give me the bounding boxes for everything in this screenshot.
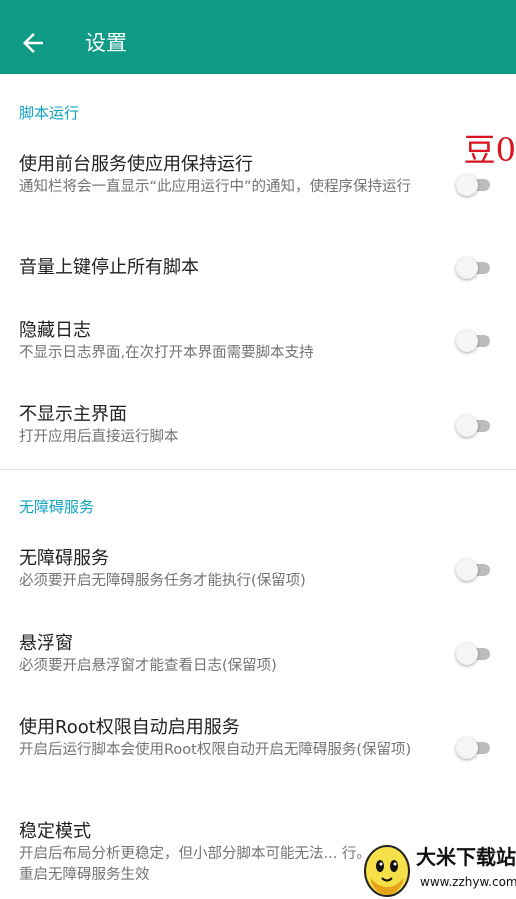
volume-stop-switch[interactable]	[456, 256, 492, 280]
watermark-brand: 大米下载站	[416, 845, 516, 869]
pref-label: 隐藏日志	[19, 320, 91, 341]
root-auto-enable-switch[interactable]	[456, 736, 492, 760]
pref-label: 稳定模式	[19, 821, 91, 842]
pref-summary: 开启后布局分析更稳定，但小部分脚本可能无法... 行。 重启无障碍服务生效	[19, 846, 371, 883]
pref-floating-window[interactable]: 悬浮窗 必须要开启悬浮窗才能查看日志(保留项)	[0, 632, 516, 680]
pref-summary: 必须要开启无障碍服务任务才能执行(保留项)	[19, 573, 306, 589]
accessibility-service-switch[interactable]	[456, 558, 492, 582]
pref-summary: 开启后运行脚本会使用Root权限自动开启无障碍服务(保留项)	[19, 742, 412, 758]
pref-hide-log[interactable]: 隐藏日志 不显示日志界面,在次打开本界面需要脚本支持	[0, 319, 516, 367]
pref-summary: 打开应用后直接运行脚本	[19, 429, 179, 445]
pref-label: 悬浮窗	[19, 633, 73, 654]
floating-window-switch[interactable]	[456, 642, 492, 666]
section-header-script-run: 脚本运行	[19, 104, 80, 122]
section-header-accessibility: 无障碍服务	[19, 498, 95, 516]
hide-main-switch[interactable]	[456, 414, 492, 438]
hide-log-switch[interactable]	[456, 329, 492, 353]
pref-label: 使用前台服务使应用保持运行	[19, 154, 253, 175]
watermark-top: 豆0	[463, 131, 516, 169]
foreground-service-switch[interactable]	[456, 173, 492, 197]
pref-summary: 不显示日志界面,在次打开本界面需要脚本支持	[19, 345, 314, 361]
pref-root-auto-enable[interactable]: 使用Root权限自动启用服务 开启后运行脚本会使用Root权限自动开启无障碍服务…	[0, 716, 516, 782]
pref-volume-stop[interactable]: 音量上键停止所有脚本	[0, 256, 516, 284]
arrow-back-icon[interactable]	[18, 28, 48, 58]
egg-mascot-icon	[364, 845, 410, 897]
watermark-url: www.zzhyw.com	[420, 875, 516, 889]
pref-accessibility-service[interactable]: 无障碍服务 必须要开启无障碍服务任务才能执行(保留项)	[0, 547, 516, 595]
pref-label: 无障碍服务	[19, 548, 109, 569]
pref-summary: 必须要开启悬浮窗才能查看日志(保留项)	[19, 658, 277, 674]
pref-foreground-service[interactable]: 使用前台服务使应用保持运行 通知栏将会一直显示“此应用运行中”的通知，使程序保持…	[0, 153, 516, 219]
pref-label: 音量上键停止所有脚本	[19, 257, 199, 278]
app-toolbar: 设置	[0, 12, 516, 74]
page-title: 设置	[85, 31, 127, 55]
pref-hide-main[interactable]: 不显示主界面 打开应用后直接运行脚本	[0, 403, 516, 451]
status-bar	[0, 0, 516, 12]
pref-label: 使用Root权限自动启用服务	[19, 717, 240, 738]
section-divider	[0, 469, 516, 470]
pref-label: 不显示主界面	[19, 404, 127, 425]
pref-summary: 通知栏将会一直显示“此应用运行中”的通知，使程序保持运行	[19, 179, 412, 195]
watermark-site-logo: 大米下载站 www.zzhyw.com	[360, 834, 516, 899]
